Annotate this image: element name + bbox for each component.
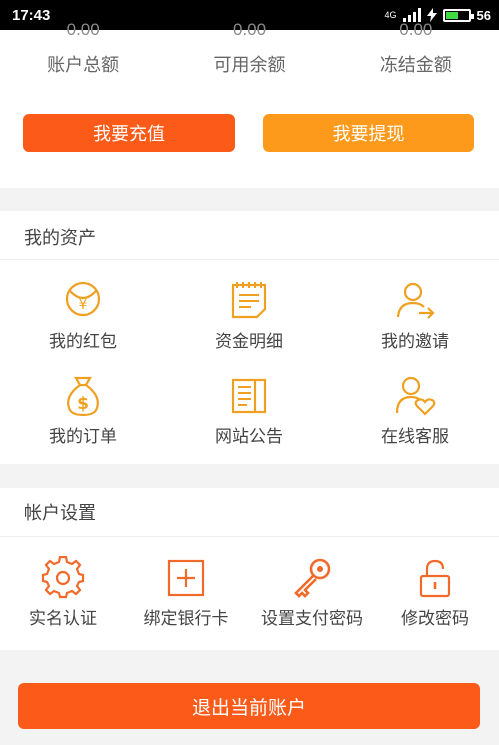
- invite-icon: [396, 282, 435, 319]
- balance-card: 0.00 账户总额 0.00 可用余额 0.00 冻结金额: [0, 20, 499, 188]
- settings-label-change-password: 修改密码: [401, 609, 469, 629]
- total-amount-value: 0.00: [66, 20, 100, 39]
- grid-announcement[interactable]: 网站公告: [166, 374, 332, 447]
- recharge-button[interactable]: 我要充值: [23, 114, 235, 152]
- summary-frozen: 0.00 冻结金额: [333, 20, 499, 90]
- frozen-amount-value: 0.00: [399, 20, 433, 39]
- settings-change-password[interactable]: 修改密码: [388, 556, 482, 629]
- assets-title: 我的资产: [24, 228, 96, 249]
- add-card-icon: [167, 559, 205, 597]
- summary-available: 0.00 可用余额: [166, 20, 332, 90]
- svg-text:$: $: [77, 394, 89, 414]
- assets-divider: [0, 259, 499, 260]
- money-bag-icon: $: [67, 376, 99, 417]
- balance-summary: 0.00 账户总额 0.00 可用余额 0.00 冻结金额: [0, 20, 499, 90]
- gear-icon: [41, 556, 85, 599]
- available-balance-value: 0.00: [232, 20, 267, 39]
- available-balance-label: 可用余额: [213, 55, 286, 76]
- summary-total: 0.00 账户总额: [0, 20, 166, 90]
- settings-label-bind-card: 绑定银行卡: [143, 609, 229, 629]
- settings-label-real-name: 实名认证: [29, 609, 97, 629]
- settings-label-pay-password: 设置支付密码: [261, 609, 363, 629]
- total-amount-label: 账户总额: [47, 55, 120, 76]
- settings-bind-card[interactable]: 绑定银行卡: [130, 556, 242, 629]
- settings-title: 帐户设置: [24, 503, 96, 524]
- network-label: 4G: [384, 10, 397, 20]
- grid-label-orders: 我的订单: [49, 427, 117, 447]
- lock-icon: [419, 559, 451, 598]
- grid-customer-service[interactable]: 在线客服: [332, 374, 498, 447]
- grid-label-fund-details: 资金明细: [215, 332, 283, 352]
- settings-pay-password[interactable]: 设置支付密码: [248, 556, 376, 629]
- grid-fund-details[interactable]: 资金明细: [166, 279, 332, 352]
- frozen-amount-label: 冻结金额: [379, 55, 452, 76]
- grid-label-announcement: 网站公告: [215, 427, 283, 447]
- assets-section: 我的资产 ¥ 我的红包 资金明细 我的邀请 $ 我的订单 网站公告 在线客服: [0, 211, 499, 464]
- grid-orders[interactable]: $ 我的订单: [0, 374, 166, 447]
- grid-label-red-envelope: 我的红包: [49, 332, 117, 352]
- grid-label-customer-service: 在线客服: [381, 427, 449, 447]
- logout-button[interactable]: 退出当前账户: [18, 683, 480, 729]
- svg-text:¥: ¥: [79, 297, 88, 313]
- grid-red-envelope[interactable]: ¥ 我的红包: [0, 279, 166, 352]
- customer-service-icon: [395, 376, 436, 416]
- settings-real-name[interactable]: 实名认证: [14, 556, 112, 629]
- key-icon: [294, 558, 331, 598]
- withdraw-button[interactable]: 我要提现: [263, 114, 474, 152]
- settings-section: 帐户设置 实名认证 绑定银行卡 设置支付密码 修改密码: [0, 488, 499, 650]
- fund-details-icon: [231, 282, 267, 319]
- red-envelope-icon: ¥: [65, 281, 101, 317]
- grid-label-invite: 我的邀请: [381, 332, 449, 352]
- announcement-icon: [231, 378, 267, 414]
- settings-divider: [0, 536, 499, 537]
- grid-invite[interactable]: 我的邀请: [332, 279, 498, 352]
